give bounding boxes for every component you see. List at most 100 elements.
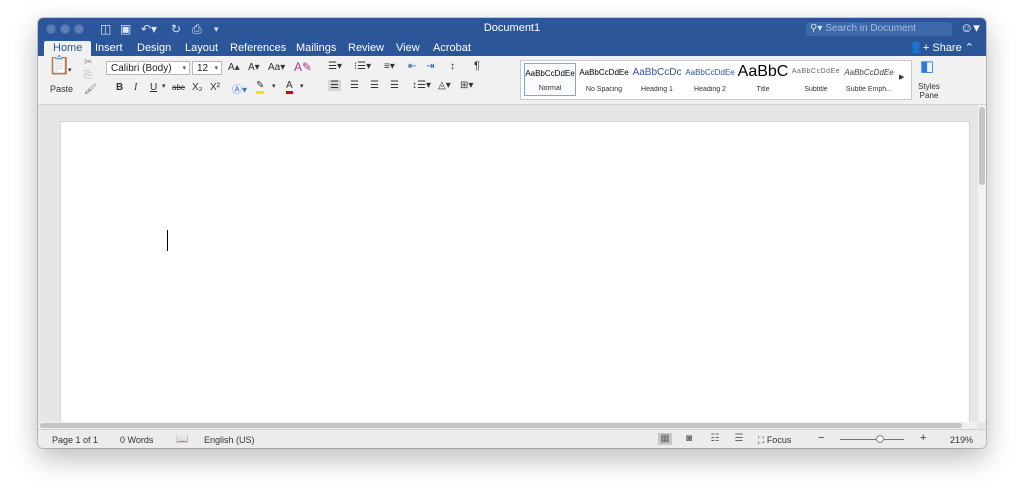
outline-view-icon[interactable]: ☷ (708, 433, 722, 445)
style-normal[interactable]: AaBbCcDdEe Normal (524, 63, 576, 96)
style-heading-1[interactable]: AaBbCcDc Heading 1 (631, 63, 683, 96)
superscript-icon[interactable]: X² (210, 82, 220, 93)
numbering-icon[interactable]: ⁝☰▾ (354, 61, 371, 72)
collapse-ribbon-icon: ⌃ (964, 42, 974, 54)
focus-icon: ⛶ (758, 435, 767, 445)
align-center-icon[interactable]: ☰ (350, 80, 359, 91)
proofing-icon[interactable]: 📖 (176, 434, 188, 446)
tab-design[interactable]: Design (137, 41, 171, 55)
page-count[interactable]: Page 1 of 1 (52, 434, 98, 446)
vertical-scroll-thumb[interactable] (979, 107, 985, 185)
text-effects-icon[interactable]: Ⓐ▾ (232, 81, 247, 96)
justify-icon[interactable]: ☰ (390, 80, 399, 91)
font-name-value: Calibri (Body) (111, 63, 172, 74)
font-color-dropdown-icon[interactable]: ▾ (300, 82, 304, 90)
tab-mailings[interactable]: Mailings (296, 41, 336, 55)
language-label[interactable]: English (US) (204, 434, 255, 446)
share-button[interactable]: 👤+ Share ⌃ (909, 41, 974, 54)
change-case-icon[interactable]: Aa▾ (268, 62, 285, 73)
style-subtle-emphasis[interactable]: AaBbCcDdEe Subtle Emph... (843, 63, 895, 96)
style-preview: AaBbCcDdEe (525, 69, 575, 78)
tab-insert[interactable]: Insert (95, 41, 123, 55)
paste-dropdown-icon[interactable]: ▾ (68, 64, 72, 78)
ribbon-tabs: Home Insert Design Layout References Mai… (38, 40, 986, 56)
style-heading-2[interactable]: AaBbCcDdEe Heading 2 (684, 63, 736, 96)
tab-home[interactable]: Home (44, 41, 92, 56)
style-preview: AaBbCcDdEe (685, 68, 735, 77)
underline-dropdown-icon[interactable]: ▾ (162, 82, 166, 90)
web-layout-view-icon[interactable]: ◙ (682, 433, 696, 445)
highlight-icon[interactable]: ✎ (256, 81, 265, 94)
style-subtitle[interactable]: AaBbCcDdEe Subtitle (790, 63, 842, 96)
add-person-icon: 👤+ (909, 42, 933, 54)
zoom-in-button[interactable]: + (920, 432, 926, 444)
copy-icon[interactable]: ⎘ (84, 69, 92, 83)
document-page[interactable] (60, 121, 970, 433)
word-window: ◫ ▣ ↶▾ ↻ ⎙ ▾ Document1 ⚲▾ Search in Docum… (38, 18, 986, 448)
tab-layout[interactable]: Layout (185, 41, 218, 55)
style-preview: AaBbCcDdEe (791, 68, 841, 75)
bold-icon[interactable]: B (116, 82, 123, 93)
zoom-out-button[interactable]: − (818, 432, 824, 444)
style-title[interactable]: AaBbC Title (737, 63, 789, 96)
italic-icon[interactable]: I (134, 82, 137, 93)
tab-view[interactable]: View (396, 41, 420, 55)
font-size-dropdown[interactable]: 12 ▾ (192, 61, 222, 75)
shading-icon[interactable]: ◬▾ (438, 80, 451, 91)
style-name: Normal (538, 85, 562, 92)
draft-view-icon[interactable]: ☰ (732, 433, 746, 445)
align-left-icon[interactable]: ☰ (328, 80, 341, 91)
clear-formatting-icon[interactable]: A✎ (294, 60, 312, 74)
underline-icon[interactable]: U (150, 82, 157, 93)
sort-icon[interactable]: ↕ (450, 61, 455, 72)
styles-pane-label[interactable]: Styles Pane (912, 82, 946, 100)
style-name: Subtitle (804, 86, 828, 93)
styles-pane-icon[interactable]: ◧ (920, 59, 934, 74)
tab-acrobat[interactable]: Acrobat (433, 41, 471, 55)
font-name-dropdown[interactable]: Calibri (Body) ▾ (106, 61, 190, 75)
style-name: Heading 2 (694, 86, 726, 93)
paste-label: Paste (50, 84, 74, 94)
tab-review[interactable]: Review (348, 41, 384, 55)
style-preview: AaBbCcDc (632, 67, 682, 78)
style-no-spacing[interactable]: AaBbCcDdEe No Spacing (578, 63, 630, 96)
cut-icon[interactable]: ✂ (84, 56, 92, 70)
status-bar: Page 1 of 1 0 Words 📖 English (US) ▦ ◙ ☷… (38, 429, 986, 448)
zoom-slider[interactable] (840, 439, 904, 440)
strikethrough-icon[interactable]: abc (172, 83, 185, 92)
show-formatting-icon[interactable]: ¶ (474, 60, 480, 72)
style-preview: AaBbC (737, 63, 789, 80)
grow-font-icon[interactable]: A▴ (228, 62, 240, 73)
font-color-icon[interactable]: A (286, 80, 293, 94)
decrease-indent-icon[interactable]: ⇤ (408, 61, 416, 72)
highlight-dropdown-icon[interactable]: ▾ (272, 82, 276, 90)
feedback-smiley-icon[interactable]: ☺▾ (960, 20, 980, 36)
subscript-icon[interactable]: X₂ (192, 82, 203, 93)
format-painter-icon[interactable]: 🖌 (84, 83, 97, 97)
style-preview: AaBbCcDdEe (579, 68, 629, 77)
title-bar: ◫ ▣ ↶▾ ↻ ⎙ ▾ Document1 ⚲▾ Search in Docum… (38, 18, 986, 40)
share-label: Share (932, 42, 962, 54)
style-name: Subtle Emph... (846, 86, 892, 93)
style-preview: AaBbCcDdEe (844, 68, 894, 77)
horizontal-scrollbar[interactable] (38, 422, 978, 429)
tab-references[interactable]: References (230, 41, 286, 55)
zoom-slider-knob[interactable] (876, 435, 884, 443)
styles-more-icon[interactable]: ▶ (899, 73, 904, 81)
vertical-scrollbar[interactable] (978, 105, 986, 422)
search-input[interactable]: ⚲▾ Search in Document (806, 22, 952, 36)
increase-indent-icon[interactable]: ⇥ (426, 61, 434, 72)
borders-icon[interactable]: ⊞▾ (460, 80, 473, 91)
search-icon: ⚲▾ (810, 23, 823, 34)
focus-mode-button[interactable]: ⛶ Focus (758, 434, 791, 446)
shrink-font-icon[interactable]: A▾ (248, 62, 260, 73)
print-layout-view-icon[interactable]: ▦ (658, 433, 672, 445)
chevron-down-icon: ▾ (182, 65, 186, 72)
horizontal-scroll-thumb[interactable] (40, 423, 962, 428)
word-count[interactable]: 0 Words (120, 434, 153, 446)
line-spacing-icon[interactable]: ↕☰▾ (412, 80, 431, 91)
zoom-level[interactable]: 219% (950, 434, 973, 446)
align-right-icon[interactable]: ☰ (370, 80, 379, 91)
multilevel-list-icon[interactable]: ≡▾ (384, 61, 395, 72)
bullets-icon[interactable]: ☰▾ (328, 61, 342, 72)
